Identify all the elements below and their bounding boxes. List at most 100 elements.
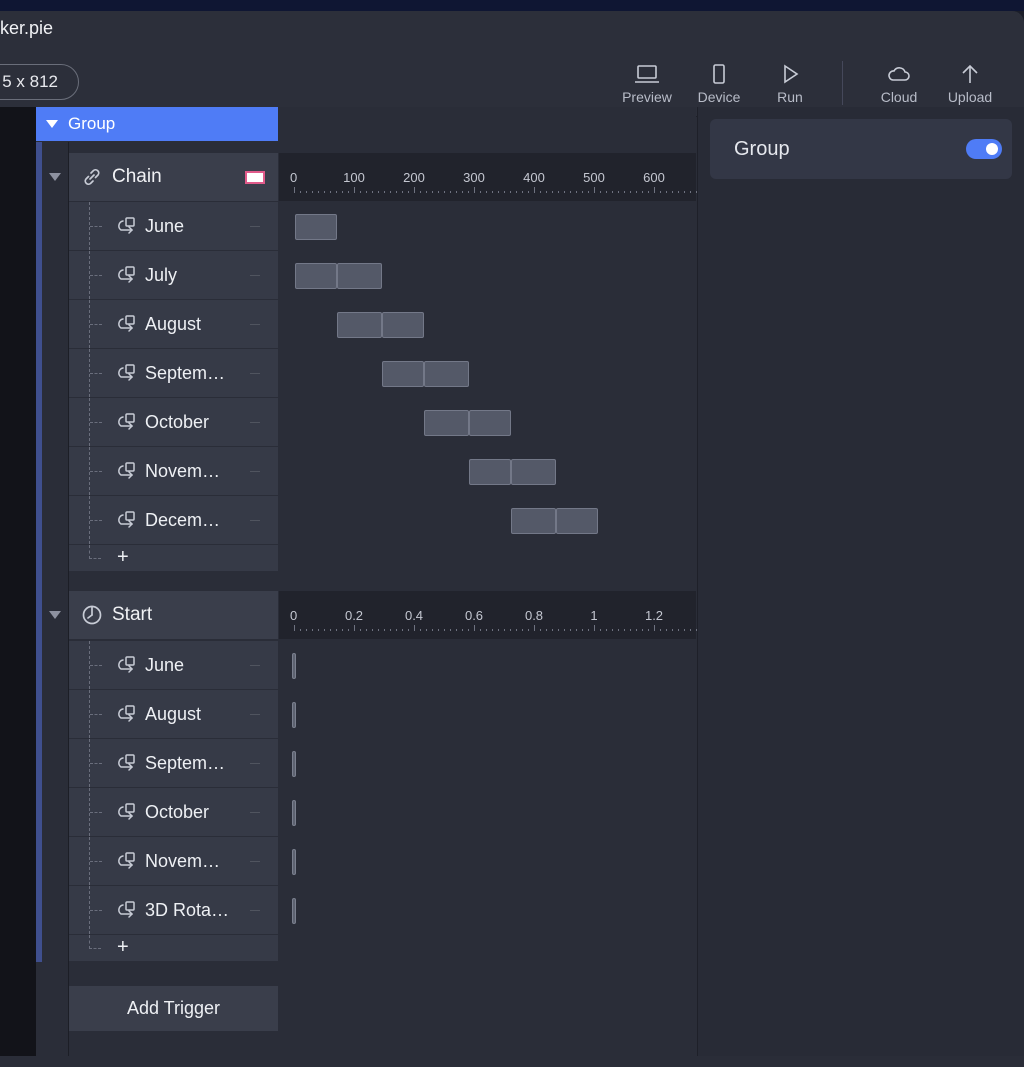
chain-action-row[interactable]: Decem… (69, 496, 278, 544)
preview-label: Preview (622, 89, 672, 105)
start-ruler-tick (336, 629, 337, 631)
start-action-row[interactable]: August (69, 690, 278, 738)
chain-time-ruler[interactable]: 0 100 200 300 400 500 600 (279, 153, 697, 201)
cloud-button[interactable]: Cloud (864, 63, 934, 109)
timeline-marker[interactable] (292, 849, 296, 875)
start-ruler-tick (558, 629, 559, 631)
group-toggle[interactable] (966, 139, 1002, 159)
timeline-marker[interactable] (292, 800, 296, 826)
timeline-marker[interactable] (292, 751, 296, 777)
chain-ruler-tick (360, 191, 361, 193)
chain-ruler-tick (336, 191, 337, 193)
start-action-row[interactable]: Septem… (69, 739, 278, 787)
start-ruler-label: 0.2 (344, 608, 364, 623)
timeline-block[interactable] (511, 459, 556, 485)
timeline-block[interactable] (469, 459, 511, 485)
row-handle[interactable] (250, 324, 260, 325)
chain-ruler-tick (426, 191, 427, 193)
timeline-block[interactable] (556, 508, 598, 534)
chain-action-row[interactable]: July (69, 251, 278, 299)
row-handle[interactable] (250, 812, 260, 813)
start-ruler-tick (414, 625, 415, 631)
group-header[interactable]: Group (36, 107, 278, 141)
tree-connector (89, 398, 102, 446)
row-handle[interactable] (250, 373, 260, 374)
row-handle[interactable] (250, 226, 260, 227)
add-action-button[interactable]: + (117, 936, 129, 959)
start-action-row[interactable]: 3D Rota… (69, 886, 278, 934)
caret-down-icon[interactable] (46, 120, 58, 128)
row-handle[interactable] (250, 665, 260, 666)
row-handle[interactable] (250, 275, 260, 276)
timeline-block[interactable] (337, 263, 382, 289)
row-handle[interactable] (250, 861, 260, 862)
start-ruler-tick (366, 629, 367, 631)
timeline-block[interactable] (382, 312, 424, 338)
chain-action-row[interactable]: Septem… (69, 349, 278, 397)
timeline-marker[interactable] (292, 898, 296, 924)
start-trigger-header[interactable]: Start (69, 591, 278, 639)
chain-ruler-tick (294, 187, 295, 193)
timeline-block[interactable] (469, 410, 511, 436)
timeline-block[interactable] (337, 312, 382, 338)
add-action-button[interactable]: + (117, 546, 129, 569)
timeline-marker[interactable] (292, 653, 296, 679)
timeline-block[interactable] (424, 361, 469, 387)
row-handle[interactable] (250, 714, 260, 715)
tree-connector (89, 496, 102, 544)
chain-trigger-header[interactable]: Chain (69, 153, 278, 201)
preview-button[interactable]: Preview (612, 63, 682, 109)
system-menubar (0, 0, 1024, 11)
chain-action-row[interactable]: Novem… (69, 447, 278, 495)
action-icon (118, 754, 135, 771)
timeline-block[interactable] (295, 263, 337, 289)
tree-connector (89, 788, 102, 836)
timeline-marker[interactable] (292, 702, 296, 728)
timeline-block[interactable] (382, 361, 424, 387)
start-action-row[interactable]: October (69, 788, 278, 836)
start-ruler-tick (312, 629, 313, 631)
chain-action-row[interactable]: June (69, 202, 278, 250)
chain-action-row[interactable]: August (69, 300, 278, 348)
run-label: Run (777, 89, 803, 105)
upload-button[interactable]: Upload (935, 63, 1005, 109)
window-title: ker.pie (0, 18, 54, 38)
start-ruler-tick (504, 629, 505, 631)
chain-ruler-tick (540, 191, 541, 193)
action-icon (118, 656, 135, 673)
chain-ruler-ticks (279, 185, 697, 193)
start-ruler-tick (408, 629, 409, 631)
start-ruler-tick (426, 629, 427, 631)
link-icon (84, 168, 100, 186)
start-ruler-tick (552, 629, 553, 631)
timeline-block[interactable] (295, 214, 337, 240)
timeline-block[interactable] (424, 410, 469, 436)
chain-ruler-tick (654, 187, 655, 193)
add-trigger-button[interactable]: Add Trigger (69, 986, 278, 1031)
row-handle[interactable] (250, 422, 260, 423)
color-swatch[interactable] (245, 171, 265, 184)
chain-ruler-tick (354, 187, 355, 193)
chain-ruler-tick (660, 191, 661, 193)
chain-collapse-caret[interactable] (49, 173, 61, 181)
start-action-row[interactable]: Novem… (69, 837, 278, 885)
start-time-ruler[interactable]: 0 0.2 0.4 0.6 0.8 1 1.2 (279, 591, 697, 639)
chain-ruler-tick (342, 191, 343, 193)
start-collapse-caret[interactable] (49, 611, 61, 619)
tree-connector (89, 545, 101, 559)
row-handle[interactable] (250, 471, 260, 472)
start-ruler-label: 0 (290, 608, 298, 623)
start-ruler-tick (378, 629, 379, 631)
row-handle[interactable] (250, 910, 260, 911)
timeline-block[interactable] (511, 508, 556, 534)
cloud-label: Cloud (880, 89, 918, 105)
start-action-row[interactable]: June (69, 641, 278, 689)
device-button[interactable]: Device (684, 63, 754, 109)
chain-action-row[interactable]: October (69, 398, 278, 446)
tree-connector (89, 300, 102, 348)
row-handle[interactable] (250, 520, 260, 521)
run-button[interactable]: Run (755, 63, 825, 109)
canvas-size-selector[interactable]: 5 x 812 (0, 64, 79, 100)
action-icon (118, 852, 135, 869)
row-handle[interactable] (250, 763, 260, 764)
